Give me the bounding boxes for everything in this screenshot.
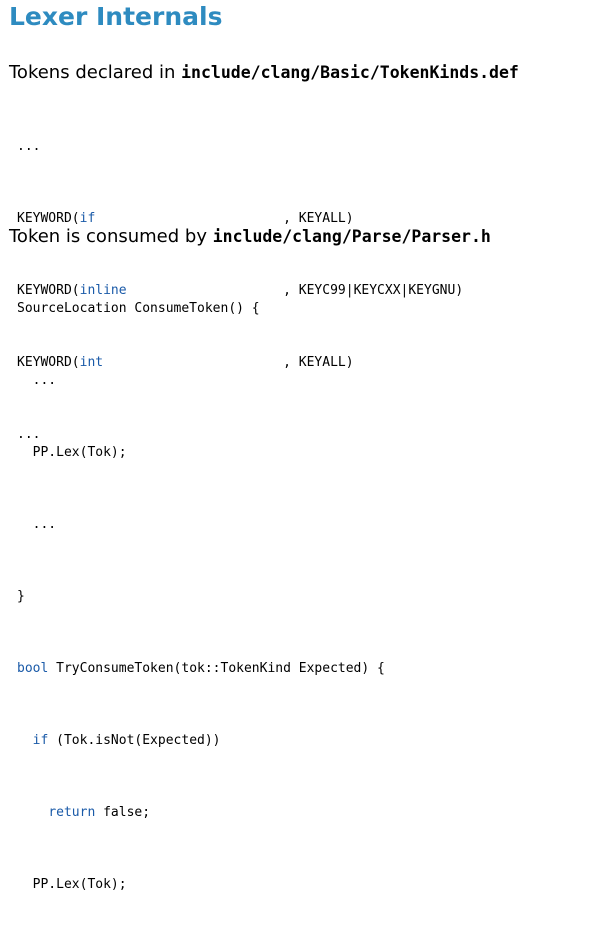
code-text: false; xyxy=(95,805,151,820)
slide-title: Lexer Internals xyxy=(9,2,223,31)
code-text: } xyxy=(17,589,25,604)
code-line: ... xyxy=(17,945,385,948)
code-text: ... xyxy=(17,373,57,388)
keyword-token: bool xyxy=(17,661,49,676)
code-text: ... xyxy=(17,139,41,154)
heading-text: Tokens declared in xyxy=(9,62,182,83)
code-line: ... xyxy=(17,369,385,393)
code-text: , KEYALL) xyxy=(95,211,354,226)
file-path: include/clang/Basic/TokenKinds.def xyxy=(181,63,519,82)
keyword-token: return xyxy=(48,805,96,820)
code-text: PP.Lex(Tok); xyxy=(17,877,127,892)
code-block-parser: SourceLocation ConsumeToken() { ... PP.L… xyxy=(17,249,385,948)
code-text: ... xyxy=(17,517,57,532)
heading-text: Token is consumed by xyxy=(9,226,213,247)
code-line: if (Tok.isNot(Expected)) xyxy=(17,729,385,753)
code-line: bool TryConsumeToken(tok::TokenKind Expe… xyxy=(17,657,385,681)
code-text: SourceLocation ConsumeToken() { xyxy=(17,301,260,316)
code-line: return false; xyxy=(17,801,385,825)
section-heading-consumed: Token is consumed by include/clang/Parse… xyxy=(9,226,491,247)
keyword-token: if xyxy=(32,733,49,748)
code-text: (Tok.isNot(Expected)) xyxy=(48,733,221,748)
code-line: PP.Lex(Tok); xyxy=(17,441,385,465)
section-heading-tokens: Tokens declared in include/clang/Basic/T… xyxy=(9,62,519,83)
file-path: include/clang/Parse/Parser.h xyxy=(212,227,491,246)
code-text: TryConsumeToken(tok::TokenKind Expected)… xyxy=(48,661,385,676)
code-line: ... xyxy=(17,135,463,159)
keyword-token: if xyxy=(79,211,96,226)
code-text: KEYWORD( xyxy=(17,211,80,226)
code-line: SourceLocation ConsumeToken() { xyxy=(17,297,385,321)
code-line: ... xyxy=(17,513,385,537)
code-line: PP.Lex(Tok); xyxy=(17,873,385,897)
code-text: PP.Lex(Tok); xyxy=(17,445,127,460)
code-line: } xyxy=(17,585,385,609)
